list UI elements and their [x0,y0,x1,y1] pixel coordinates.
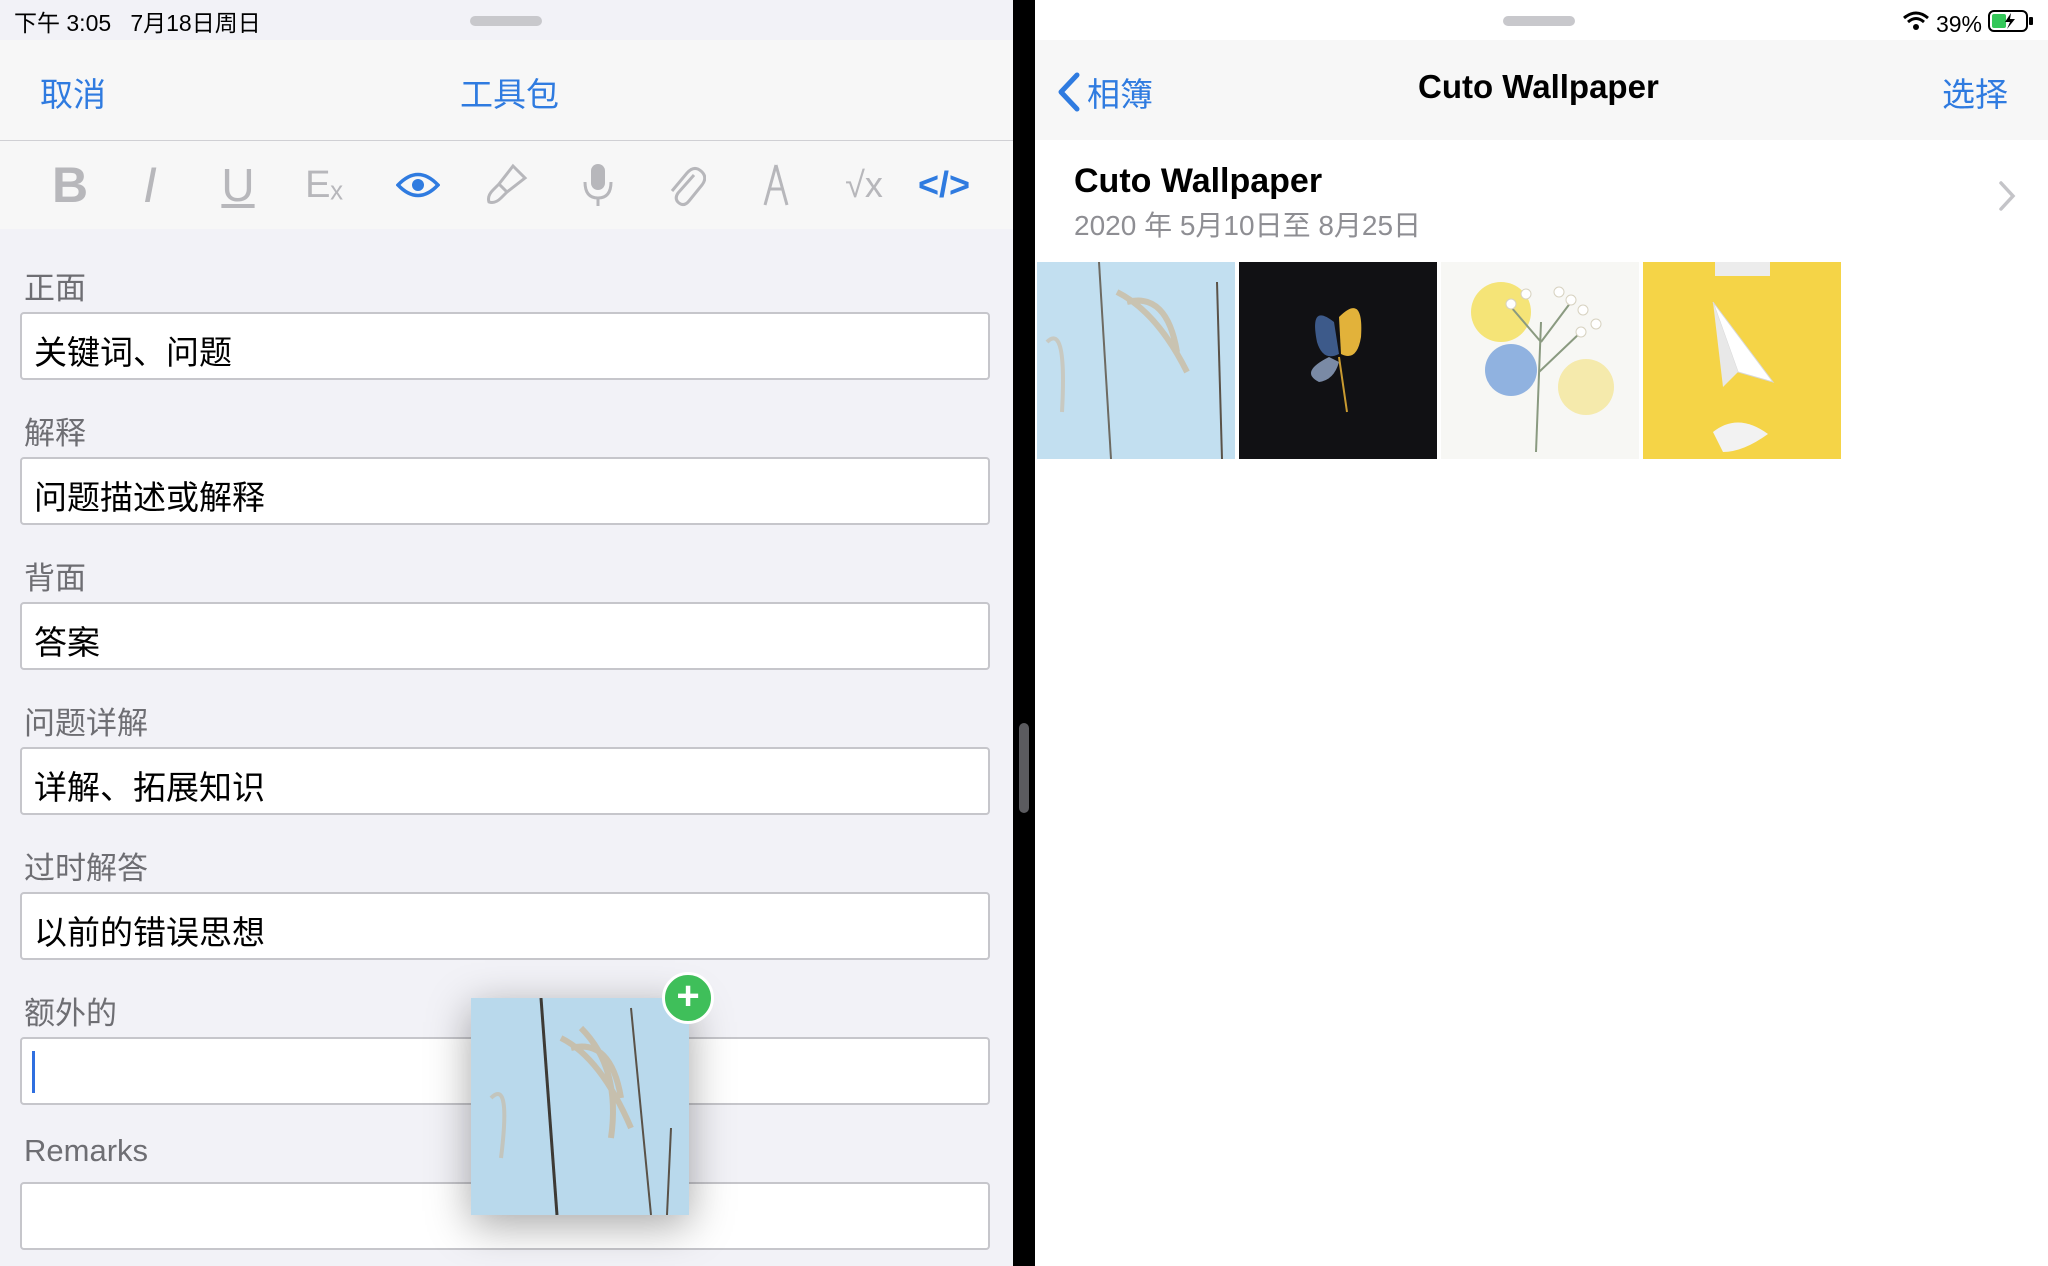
anki-editor-pane: 下午 3:05 7月18日周日 取消 工具包 B I U Eₓ √x </> 正… [0,0,1013,1266]
battery-percent: 39% [1935,10,1982,37]
add-badge: + [662,972,714,1024]
photos-pane: 39% 相簿 Cuto Wallpaper 选择 Cuto Wallpaper … [1035,0,2048,1266]
paperclip-icon[interactable] [660,159,712,211]
field-input-details[interactable]: 详解、拓展知识 [20,747,990,815]
field-input-outdated[interactable]: 以前的错误思想 [20,892,990,960]
select-button[interactable]: 选择 [1942,68,2008,116]
split-view-handle[interactable] [1019,723,1029,813]
field-label-front: 正面 [24,271,86,306]
cancel-button[interactable]: 取消 [40,68,106,116]
clear-format-icon[interactable]: Eₓ [298,159,350,211]
photos-nav-bar: 相簿 Cuto Wallpaper 选择 [1035,40,2048,141]
split-view-divider [1013,0,1035,1266]
multitask-grabber-right[interactable] [1503,16,1575,26]
format-toolbar: B I U Eₓ √x </> [0,141,1013,229]
field-value-outdated: 以前的错误思想 [34,914,265,951]
status-date: 7月18日周日 [130,10,261,36]
album-date-range: 2020 年 5月10日至 8月25日 [1074,210,1422,241]
field-input-front[interactable]: 关键词、问题 [20,312,990,380]
field-label-outdated: 过时解答 [24,851,148,886]
toolkit-button[interactable]: 工具包 [460,68,559,116]
math-icon[interactable]: √x [838,159,890,211]
field-value-explanation: 问题描述或解释 [34,479,265,516]
editor-nav-bar: 取消 工具包 [0,40,1013,141]
album-title: Cuto Wallpaper [1074,162,1323,200]
text-caret [32,1051,35,1093]
status-time: 下午 3:05 [14,10,112,36]
status-bar-left: 下午 3:05 7月18日周日 [14,4,261,44]
nav-title: Cuto Wallpaper [1418,68,1659,105]
field-label-remarks: Remarks [24,1133,149,1168]
field-input-explanation[interactable]: 问题描述或解释 [20,457,990,525]
field-input-back[interactable]: 答案 [20,602,990,670]
album-header-row[interactable]: Cuto Wallpaper 2020 年 5月10日至 8月25日 [1035,140,2048,260]
brush-icon[interactable] [480,159,532,211]
battery-icon [1988,9,2034,39]
wifi-icon [1902,10,1930,38]
eye-icon[interactable] [392,159,444,211]
paper-plane-photo[interactable] [1643,262,1841,459]
chevron-right-icon [1998,180,2016,221]
field-value-details: 详解、拓展知识 [34,769,265,806]
code-icon[interactable]: </> [918,159,970,211]
field-value-front: 关键词、问题 [34,334,232,371]
back-label: 相簿 [1087,76,1153,113]
status-bar-right: 39% [1902,4,2034,44]
field-value-back: 答案 [34,624,100,661]
underline-icon[interactable]: U [212,159,264,211]
field-label-extra: 额外的 [24,996,117,1031]
field-label-details: 问题详解 [24,706,148,741]
chevron-left-icon [1058,72,1080,112]
field-label-explanation: 解释 [24,416,86,451]
bold-icon[interactable]: B [44,157,96,213]
reed-photo[interactable] [1037,262,1235,459]
back-button[interactable]: 相簿 [1057,68,1153,116]
multitask-grabber[interactable] [470,16,542,26]
microphone-icon[interactable] [572,159,624,211]
pen-icon[interactable] [750,159,802,211]
field-label-back: 背面 [24,561,86,596]
flowers-photo[interactable] [1441,262,1639,459]
butterfly-photo[interactable] [1239,262,1437,459]
italic-icon[interactable]: I [124,157,176,213]
dragged-photo[interactable] [471,998,689,1215]
